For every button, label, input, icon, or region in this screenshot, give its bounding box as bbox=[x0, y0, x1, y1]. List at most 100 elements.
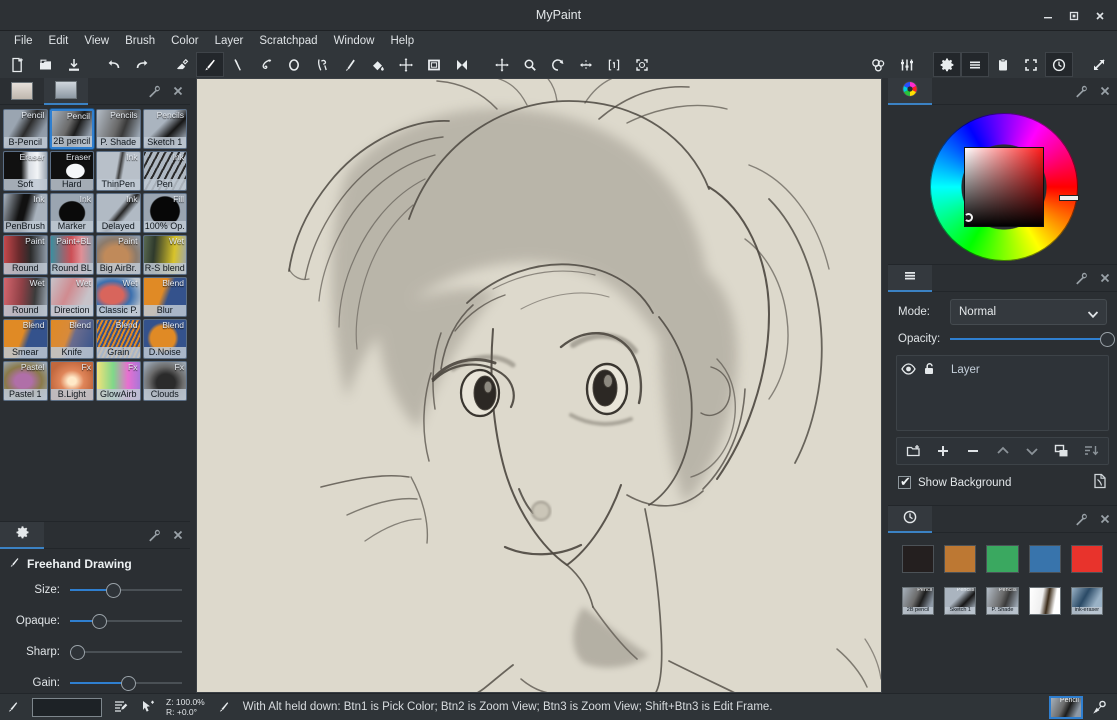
panel-options-wrench-icon[interactable] bbox=[147, 84, 162, 99]
brush-settings-icon[interactable] bbox=[893, 52, 921, 77]
brush-sketch-1[interactable]: PencilsSketch 1 bbox=[143, 109, 188, 149]
brush-grain[interactable]: BlendGrain bbox=[96, 319, 141, 359]
duplicate-layer-button[interactable] bbox=[1047, 439, 1077, 463]
menu-scratchpad[interactable]: Scratchpad bbox=[251, 33, 325, 49]
color-picker-cursor[interactable] bbox=[964, 213, 973, 222]
slider-handle[interactable] bbox=[121, 676, 136, 691]
brush-pastel-1[interactable]: PastelPastel 1 bbox=[3, 361, 48, 401]
brush-history-item-2[interactable]: PencilsP. Shade bbox=[986, 587, 1018, 615]
close-button[interactable] bbox=[1087, 3, 1113, 29]
eye-icon[interactable] bbox=[901, 363, 916, 378]
panel-options-wrench-icon[interactable] bbox=[1074, 271, 1089, 286]
clock-icon[interactable] bbox=[1045, 52, 1073, 77]
pencil-flat-icon[interactable] bbox=[336, 52, 364, 77]
brush-thinpen[interactable]: InkThinPen bbox=[96, 151, 141, 191]
menu-color[interactable]: Color bbox=[163, 33, 206, 49]
brush-delayed[interactable]: InkDelayed bbox=[96, 193, 141, 233]
brush-2b-pencil[interactable]: Pencil2B pencil bbox=[50, 109, 95, 149]
redo-icon[interactable] bbox=[128, 52, 156, 77]
color-swatch-2[interactable] bbox=[986, 545, 1018, 573]
slider-handle[interactable] bbox=[70, 645, 85, 660]
size-slider[interactable] bbox=[70, 582, 182, 598]
hue-ring-cursor[interactable] bbox=[1060, 196, 1078, 200]
brush-100-op[interactable]: Fill100% Op. bbox=[143, 193, 188, 233]
new-document-icon[interactable] bbox=[4, 52, 32, 77]
brush-round-bl[interactable]: Paint+BLRound BL bbox=[50, 235, 95, 275]
perspective-icon[interactable] bbox=[448, 52, 476, 77]
brush-blur[interactable]: BlendBlur bbox=[143, 277, 188, 317]
stylus-device-icon[interactable] bbox=[1087, 695, 1113, 719]
drawing-canvas[interactable] bbox=[196, 78, 882, 693]
brush-history-item-4[interactable]: ink-eraser bbox=[1071, 587, 1103, 615]
current-color-swatch[interactable] bbox=[32, 698, 102, 717]
current-brush-preview[interactable]: Pencil bbox=[1049, 696, 1083, 719]
clipboard-icon[interactable] bbox=[989, 52, 1017, 77]
brush-hard[interactable]: EraserHard bbox=[50, 151, 95, 191]
expand-arrows-icon[interactable] bbox=[1085, 52, 1113, 77]
color-swatch-4[interactable] bbox=[1071, 545, 1103, 573]
menu-brush[interactable]: Brush bbox=[117, 33, 163, 49]
reset-zoom-icon[interactable] bbox=[600, 52, 628, 77]
symmetry-icon[interactable] bbox=[392, 52, 420, 77]
color-swatch-3[interactable] bbox=[1029, 545, 1061, 573]
line-tool-icon[interactable] bbox=[224, 52, 252, 77]
canvas-area[interactable] bbox=[190, 78, 888, 693]
panel-close-icon[interactable] bbox=[172, 85, 184, 97]
brush-soft[interactable]: EraserSoft bbox=[3, 151, 48, 191]
brush-b-pencil[interactable]: PencilB-Pencil bbox=[3, 109, 48, 149]
zoom-view-icon[interactable] bbox=[516, 52, 544, 77]
merge-layers-button[interactable] bbox=[1076, 439, 1106, 463]
panel-close-icon[interactable] bbox=[1099, 272, 1111, 284]
flood-fill-icon[interactable] bbox=[364, 52, 392, 77]
frame-icon[interactable] bbox=[420, 52, 448, 77]
add-layer-group-button[interactable] bbox=[899, 439, 929, 463]
brush-b-light[interactable]: FxB.Light bbox=[50, 361, 95, 401]
brush-classic-p[interactable]: WetClassic P. bbox=[96, 277, 141, 317]
remove-layer-button[interactable] bbox=[958, 439, 988, 463]
blend-mode-select[interactable]: Normal bbox=[950, 299, 1107, 325]
gear-icon[interactable] bbox=[933, 52, 961, 77]
opaque-slider[interactable] bbox=[70, 613, 182, 629]
inking-tool-icon[interactable] bbox=[308, 52, 336, 77]
color-swatch-0[interactable] bbox=[902, 545, 934, 573]
menu-file[interactable]: File bbox=[6, 33, 41, 49]
brush-penbrush[interactable]: InkPenBrush bbox=[3, 193, 48, 233]
brush-glowairb[interactable]: FxGlowAirb bbox=[96, 361, 141, 401]
tab-brush-sets[interactable] bbox=[0, 78, 44, 105]
ellipse-tool-icon[interactable] bbox=[280, 52, 308, 77]
add-layer-button[interactable] bbox=[929, 439, 959, 463]
tab-layers[interactable] bbox=[888, 265, 932, 292]
color-history-icon[interactable] bbox=[865, 52, 893, 77]
brush-history-item-1[interactable]: PencilsSketch 1 bbox=[944, 587, 976, 615]
menu-help[interactable]: Help bbox=[382, 33, 422, 49]
brush-p-shade[interactable]: PencilsP. Shade bbox=[96, 109, 141, 149]
saturation-value-square[interactable] bbox=[964, 147, 1044, 227]
brush-marker[interactable]: InkMarker bbox=[50, 193, 95, 233]
background-page-icon[interactable] bbox=[1093, 473, 1107, 492]
brush-r-s-blend[interactable]: WetR-S blend bbox=[143, 235, 188, 275]
panel-close-icon[interactable] bbox=[172, 529, 184, 541]
brush-round[interactable]: WetRound bbox=[3, 277, 48, 317]
brush-clouds[interactable]: FxClouds bbox=[143, 361, 188, 401]
minimize-button[interactable] bbox=[1035, 3, 1061, 29]
panel-options-wrench-icon[interactable] bbox=[1074, 84, 1089, 99]
menu-window[interactable]: Window bbox=[326, 33, 383, 49]
tab-history[interactable] bbox=[888, 506, 932, 533]
mirror-view-icon[interactable] bbox=[572, 52, 600, 77]
layers-icon[interactable] bbox=[961, 52, 989, 77]
rotate-view-icon[interactable] bbox=[544, 52, 572, 77]
brush-pen[interactable]: InkPen bbox=[143, 151, 188, 191]
connected-lines-icon[interactable] bbox=[252, 52, 280, 77]
brush-direction[interactable]: WetDirection bbox=[50, 277, 95, 317]
open-file-icon[interactable] bbox=[32, 52, 60, 77]
eraser-icon[interactable] bbox=[168, 52, 196, 77]
brush-d-noise[interactable]: BlendD.Noise bbox=[143, 319, 188, 359]
brush-history-item-0[interactable]: Pencil2B pencil bbox=[902, 587, 934, 615]
gain-slider[interactable] bbox=[70, 675, 182, 691]
move-layer-up-button[interactable] bbox=[988, 439, 1018, 463]
slider-handle[interactable] bbox=[92, 614, 107, 629]
freehand-brush-icon[interactable] bbox=[196, 52, 224, 77]
show-background-row[interactable]: ✔ Show Background bbox=[898, 473, 1107, 492]
tab-color-wheel[interactable] bbox=[888, 78, 932, 105]
brush-big-airbr[interactable]: PaintBig AirBr. bbox=[96, 235, 141, 275]
